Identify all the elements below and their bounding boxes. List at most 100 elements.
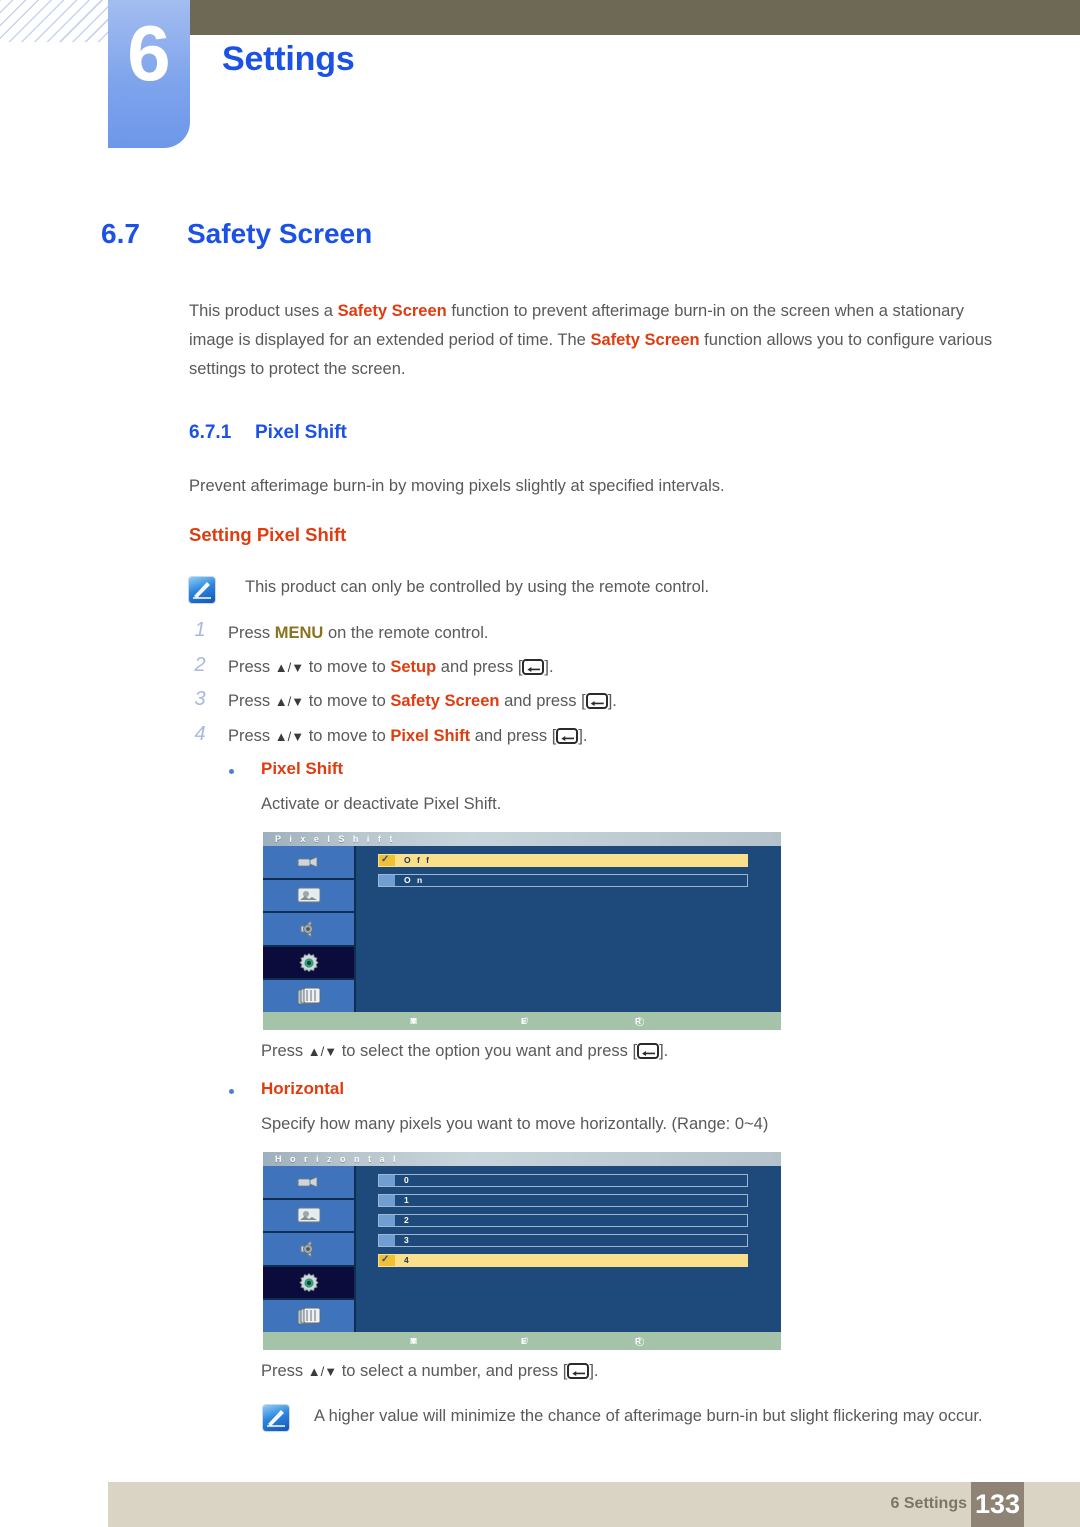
chapter-number-tab: 6 (108, 0, 190, 148)
osd-option-list: 0 1 2 3 4 (356, 1166, 781, 1332)
step-number-1: 1 (194, 619, 206, 641)
osd-sidebar-item-multi-control[interactable] (263, 980, 354, 1014)
osd-footer-hints: ⬍M o v e ⏎E n t e r ◯R e t u r n (263, 1012, 781, 1116)
updown-arrows-icon: ▲/▼ (274, 694, 305, 709)
step3-part1: Press (228, 692, 275, 710)
intro-emphasis-1: Safety Screen (337, 302, 447, 320)
osd-sidebar-item-sound[interactable] (263, 913, 354, 947)
updown-arrows-icon: ▲/▼ (307, 1044, 338, 1059)
osd-option-list: O f f O n (356, 846, 781, 1012)
updown-arrows-icon: ▲/▼ (307, 1364, 338, 1379)
step2-part1: Press (228, 658, 275, 676)
setup-gear-icon (298, 952, 319, 972)
step2-emphasis: Setup (390, 658, 437, 676)
step1-part1: Press (228, 624, 275, 642)
osd-check-swatch (379, 1195, 395, 1206)
bullet-marker (229, 769, 234, 774)
osd-check-swatch (379, 1175, 395, 1186)
osd-option-row[interactable]: 2 (378, 1214, 748, 1227)
osd-option-label: 1 (404, 1195, 411, 1205)
osd-sidebar (263, 846, 356, 1012)
footer-page-number: 133 (971, 1482, 1024, 1527)
caption2-part2: to select a number, and press [ (337, 1362, 568, 1380)
note-pen-icon (263, 1405, 289, 1431)
step4-part2: and press [ (470, 727, 557, 745)
bullet-desc-horizontal: Specify how many pixels you want to move… (261, 1115, 769, 1133)
step-number-2: 2 (194, 654, 206, 676)
sound-speaker-icon (300, 1240, 313, 1258)
caption2-part1: Press (261, 1362, 308, 1380)
step3-emphasis: Safety Screen (390, 692, 500, 710)
osd-sidebar-item-multi-control[interactable] (263, 1300, 354, 1334)
step1-part2: on the remote control. (323, 624, 489, 642)
osd-sidebar-item-picture[interactable] (263, 880, 354, 914)
osd-option-label: O f f (404, 855, 431, 865)
osd-sidebar-item-setup[interactable] (263, 946, 354, 981)
step4-part1: Press (228, 727, 275, 745)
step-text-1: Press MENU on the remote control. (228, 620, 488, 646)
intro-emphasis-2: Safety Screen (590, 331, 700, 349)
section-number: 6.7 (101, 218, 140, 249)
osd-check-swatch (379, 875, 395, 886)
multi-control-icon (297, 1307, 320, 1325)
subsection-number: 6.7.1 (189, 422, 232, 443)
enter-key-icon (567, 1363, 590, 1379)
note-text-remote-control: This product can only be controlled by u… (245, 578, 710, 596)
osd-option-label: 2 (404, 1215, 411, 1225)
osd-sidebar-item-input[interactable] (263, 846, 354, 880)
updown-arrows-icon: ▲/▼ (274, 660, 305, 675)
page-footer-bar: 6 Settings 133 (108, 1482, 1080, 1527)
intro-text-1: This product uses a (189, 302, 338, 320)
osd-option-row[interactable]: 0 (378, 1174, 748, 1187)
caption-select-number: Press ▲/▼ to select a number, and press … (261, 1358, 599, 1385)
osd-option-label: 3 (404, 1235, 411, 1245)
osd-sidebar-item-sound[interactable] (263, 1233, 354, 1267)
setup-gear-icon (298, 1272, 319, 1292)
step4-part3: ]. (578, 727, 588, 745)
osd-screenshot-pixel-shift: P i x e l S h i f t O f f O n ⬍M o v e ⏎… (263, 832, 781, 1116)
subsection-description: Prevent afterimage burn-in by moving pix… (189, 477, 725, 495)
step-number-4: 4 (194, 723, 206, 745)
osd-sidebar-item-input[interactable] (263, 1166, 354, 1200)
osd-check-swatch (379, 1215, 395, 1226)
osd-option-label: 4 (404, 1255, 411, 1265)
osd-screenshot-horizontal: H o r i z o n t a l 0 1 2 3 ✓ 4 ⬍ M o v … (263, 1152, 781, 1436)
footer-chapter-label: 6 Settings (890, 1495, 967, 1512)
enter-key-icon (556, 728, 579, 744)
enter-key-icon (522, 659, 545, 675)
osd-sidebar-item-setup[interactable] (263, 1266, 354, 1301)
caption1-part2: to select the option you want and press … (337, 1042, 638, 1060)
step-text-4: Press ▲/▼ to move to Pixel Shift and pre… (228, 723, 588, 750)
step3-mid: to move to (304, 692, 391, 710)
bullet-label-horizontal: Horizontal (261, 1079, 345, 1098)
osd-option-row[interactable]: O n (378, 874, 748, 887)
step2-mid: to move to (304, 658, 391, 676)
osd-title-bar: H o r i z o n t a l (263, 1152, 781, 1166)
osd-hint-return-label: R e t u r n (635, 1016, 644, 1116)
step4-emphasis: Pixel Shift (390, 727, 471, 745)
picture-icon (297, 887, 320, 903)
osd-option-row[interactable]: 1 (378, 1194, 748, 1207)
input-plug-icon (295, 856, 317, 868)
step-text-3: Press ▲/▼ to move to Safety Screen and p… (228, 688, 617, 715)
step-text-2: Press ▲/▼ to move to Setup and press []. (228, 654, 554, 681)
decorative-hatch-pattern (0, 0, 112, 42)
step2-part3: ]. (544, 658, 554, 676)
bullet-marker (229, 1089, 234, 1094)
step4-mid: to move to (304, 727, 391, 745)
osd-option-row[interactable]: 4 (378, 1254, 748, 1267)
osd-option-row[interactable]: O f f (378, 854, 748, 867)
osd-option-row[interactable]: 3 (378, 1234, 748, 1247)
step-number-3: 3 (194, 688, 206, 710)
note-pen-icon (189, 577, 215, 603)
step3-part2: and press [ (499, 692, 586, 710)
picture-icon (297, 1207, 320, 1223)
chapter-number: 6 (127, 9, 171, 97)
bullet-desc-pixel-shift: Activate or deactivate Pixel Shift. (261, 795, 502, 813)
section-intro-paragraph: This product uses a Safety Screen functi… (189, 297, 1001, 384)
osd-option-label: O n (404, 875, 425, 885)
osd-sidebar-item-picture[interactable] (263, 1200, 354, 1234)
enter-key-icon (637, 1043, 660, 1059)
note-text-higher-value: A higher value will minimize the chance … (314, 1407, 983, 1425)
osd-option-label: 0 (404, 1175, 411, 1185)
